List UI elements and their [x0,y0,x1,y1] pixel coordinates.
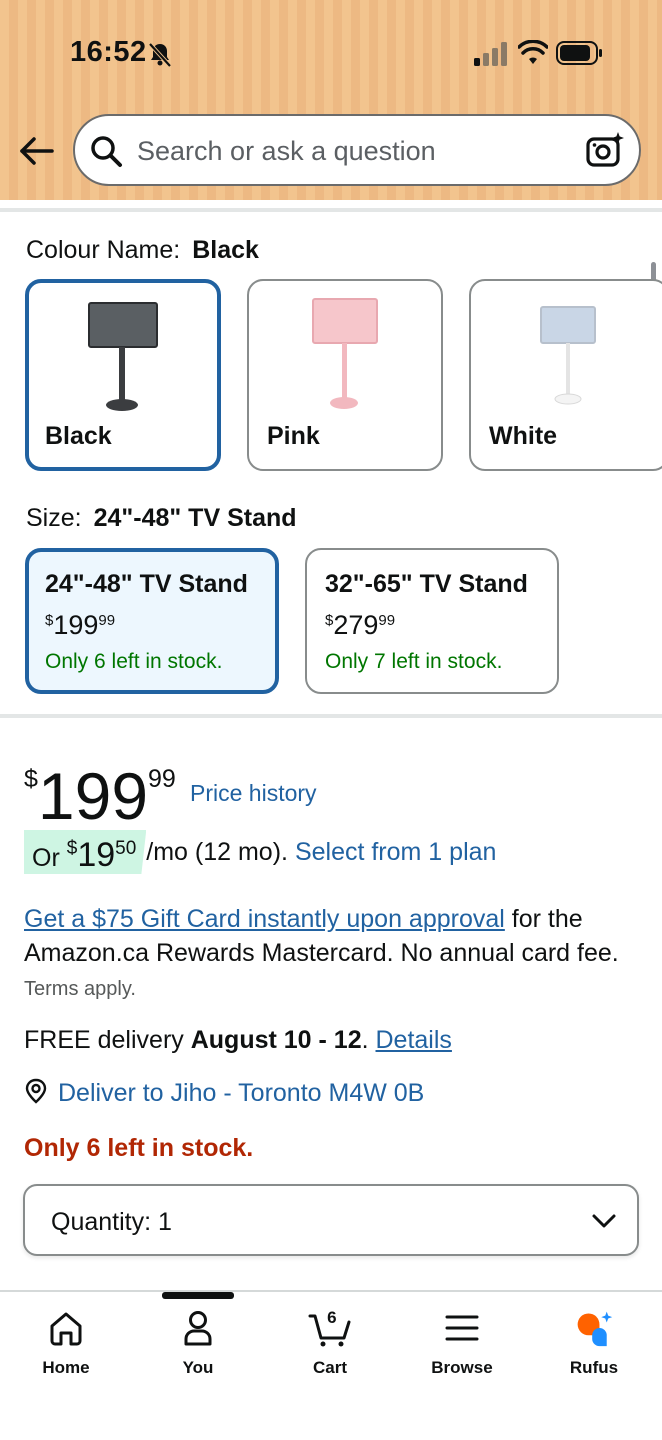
tv-stand-black-image [88,302,158,411]
delivery-info: FREE delivery August 10 - 12. Details [24,1026,452,1054]
swatch-label: Black [45,422,112,450]
nav-browse[interactable]: Browse [412,1308,512,1378]
deliver-to-location[interactable]: Deliver to Jiho - Toronto M4W 0B [24,1078,424,1108]
nav-you[interactable]: You [148,1308,248,1378]
size-option-24-48[interactable]: 24"-48" TV Stand $19999 Only 6 left in s… [25,548,279,694]
back-arrow-icon[interactable] [18,132,56,170]
nav-scroll-indicator [162,1292,234,1299]
nav-cart[interactable]: 6 Cart [280,1308,380,1378]
swatch-label: White [489,422,558,450]
header: 16:52 Search or ask a question [0,0,662,200]
price-cents: 99 [148,765,176,793]
quantity-select[interactable]: Quantity: 1 [23,1184,639,1256]
home-icon [50,1312,82,1346]
installment-suffix: /mo (12 mo). [146,838,288,866]
camera-search-icon[interactable] [585,130,625,170]
delivery-dates: August 10 - 12 [190,1026,362,1054]
swatch-label: Pink [267,422,320,450]
size-option-price: $19999 [45,610,116,640]
colour-selected-value: Black [192,236,259,264]
status-time: 16:52 [70,36,147,68]
wifi-icon [518,40,548,64]
price-dollars: 199 [37,759,149,833]
nav-label: Cart [312,1358,347,1377]
terms-apply: Terms apply. [24,978,136,1000]
search-placeholder: Search or ask a question [137,136,436,166]
colour-heading-label: Colour Name: [26,236,181,264]
nav-label: Browse [431,1358,493,1377]
size-heading: Size: 24"-48" TV Stand [26,504,297,533]
installment-offer: Or $1950 /mo (12 mo). Select from 1 plan [24,830,496,874]
colour-heading: Colour Name: Black [26,236,259,265]
rufus-icon [577,1311,613,1347]
tv-stand-white-image [540,306,596,405]
cart-count-badge: 6 [327,1308,337,1327]
nav-label: You [182,1358,214,1377]
size-option-32-65[interactable]: 32"-65" TV Stand $27999 Only 7 left in s… [305,548,559,694]
card-offer: Get a $75 Gift Card instantly upon appro… [24,902,644,1006]
price-currency: $ [24,765,38,793]
price-history-link[interactable]: Price history [190,780,317,807]
bell-muted-icon [148,42,172,68]
colour-swatch-black[interactable]: Black [25,279,221,471]
search-icon [91,136,122,167]
quantity-value: 1 [158,1208,172,1236]
header-divider [0,208,662,212]
size-selected-value: 24"-48" TV Stand [93,504,297,532]
stock-warning: Only 6 left in stock. [24,1134,254,1162]
main-price: $19999 [24,744,176,831]
size-option-title: 32"-65" TV Stand [325,570,528,598]
battery-icon [556,41,602,65]
tv-stand-pink-image [312,298,378,409]
search-input[interactable]: Search or ask a question [73,114,641,186]
quantity-label: Quantity: 1 [51,1208,172,1236]
colour-swatch-pink[interactable]: Pink [247,279,443,471]
size-heading-label: Size: [26,504,82,532]
select-plan-link[interactable]: Select from 1 plan [295,838,497,866]
section-divider [0,714,662,718]
size-option-stock: Only 6 left in stock. [45,650,223,673]
size-option-stock: Only 7 left in stock. [325,650,503,673]
signal-icon [474,42,507,66]
nav-label: Rufus [569,1358,619,1377]
deliver-to-text: Deliver to Jiho - Toronto M4W 0B [58,1079,425,1107]
size-option-price: $27999 [325,610,396,640]
colour-swatch-white[interactable]: White [469,279,662,471]
size-option-title: 24"-48" TV Stand [45,570,248,598]
gift-card-offer-link[interactable]: Get a $75 Gift Card instantly upon appro… [24,905,505,933]
bottom-nav: Home You 6 Cart Browse Rufus [0,1290,662,1440]
chevron-down-icon [592,1214,616,1228]
nav-rufus[interactable]: Rufus [544,1308,644,1378]
nav-label: Home [42,1358,90,1377]
nav-home[interactable]: Home [16,1308,116,1378]
menu-icon [445,1315,479,1341]
person-icon [184,1311,212,1346]
installment-price-pill: Or $1950 [24,830,147,874]
delivery-details-link[interactable]: Details [376,1026,452,1054]
location-pin-icon [25,1078,47,1104]
